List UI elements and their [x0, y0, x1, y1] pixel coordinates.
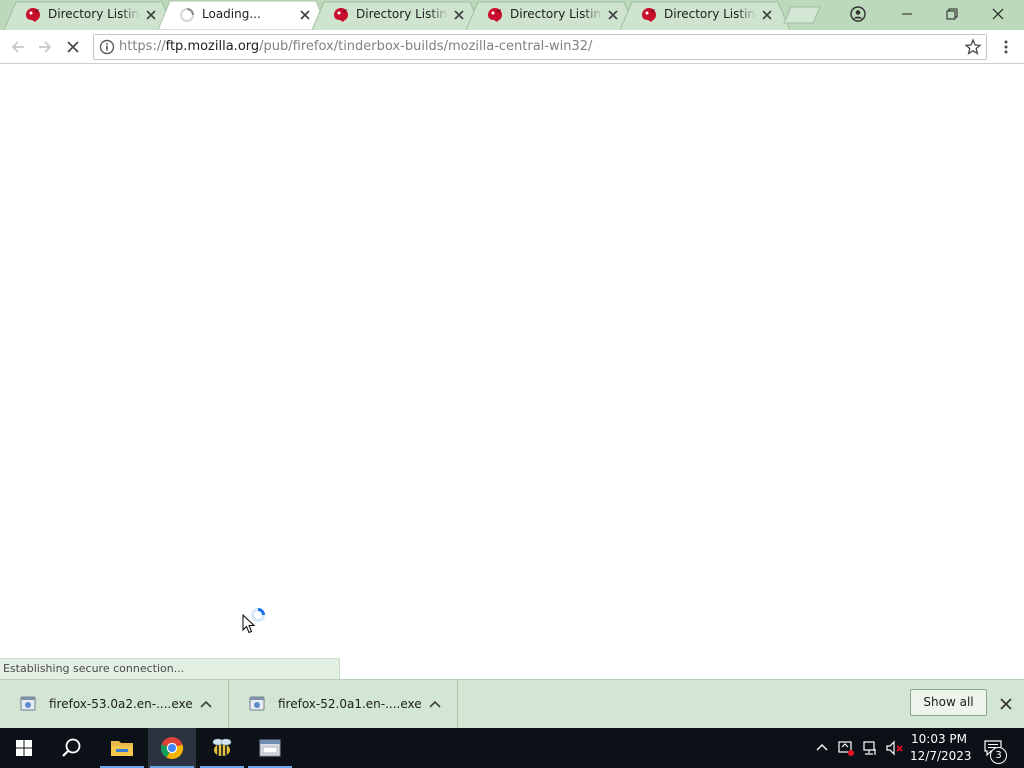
minimize-button[interactable] — [885, 0, 929, 28]
ftp-favicon-icon — [26, 8, 40, 22]
window-close-button[interactable] — [976, 0, 1020, 28]
screen: Directory Listing: /pub/firefox/tinderbo… — [0, 0, 1024, 768]
network-icon — [863, 741, 876, 755]
url-path: /pub/firefox/tinderbox-builds/mozilla-ce… — [259, 39, 593, 54]
tab-title: Loading... — [202, 7, 261, 21]
tab-close-icon[interactable] — [144, 8, 158, 22]
tab-title: Directory Listing: /pub/firefox/ — [356, 7, 448, 21]
application-window-icon — [259, 739, 281, 757]
bee-app-icon — [212, 738, 232, 756]
url-host: ftp.mozilla.org — [165, 39, 260, 54]
chevron-up-icon[interactable] — [198, 696, 214, 712]
security-alert-icon — [838, 741, 854, 756]
browser-title-bar: Directory Listing: /pub/firefox/tinderbo… — [0, 0, 1024, 30]
status-bubble: Establishing secure connection... — [0, 658, 340, 679]
clock-date: 12/7/2023 — [910, 749, 972, 763]
profile-button[interactable] — [836, 0, 880, 28]
windows-logo-icon — [16, 740, 32, 756]
loading-spinner-icon — [180, 8, 194, 22]
notification-count-badge: 3 — [990, 747, 1007, 764]
ftp-favicon-icon — [488, 8, 502, 22]
tab-title: Directory Listing: /pub/firefox/tinderbo… — [664, 7, 756, 21]
back-button[interactable] — [6, 35, 30, 59]
menu-button[interactable] — [994, 35, 1018, 59]
chrome-icon — [160, 737, 184, 760]
system-clock[interactable]: 10:03 PM 12/7/2023 — [910, 731, 972, 765]
download-item[interactable]: firefox-52.0a1.en-....exe — [229, 680, 458, 729]
installer-file-icon — [249, 696, 265, 711]
tab-close-icon[interactable] — [452, 8, 466, 22]
volume-muted-icon — [886, 740, 903, 756]
ftp-favicon-icon — [642, 8, 656, 22]
busy-cursor-icon — [242, 608, 265, 634]
ftp-favicon-icon — [334, 8, 348, 22]
taskbar-app-bee[interactable] — [198, 728, 246, 768]
show-all-downloads-button[interactable]: Show all — [910, 689, 987, 716]
stop-button[interactable] — [61, 35, 85, 59]
downloads-shelf: firefox-53.0a2.en-....exe firefox-52.0a1… — [0, 679, 1024, 729]
clock-time: 10:03 PM — [911, 732, 967, 746]
info-icon[interactable] — [98, 38, 116, 56]
tab-close-icon[interactable] — [298, 8, 312, 22]
tab-title: Directory Listing: /pub/ — [510, 7, 602, 21]
more-vertical-icon — [1004, 40, 1008, 54]
chevron-up-icon — [816, 744, 828, 751]
close-icon — [992, 8, 1004, 20]
back-arrow-icon — [11, 41, 24, 53]
restore-icon — [946, 8, 958, 20]
new-tab-button[interactable] — [783, 6, 821, 24]
download-filename: firefox-53.0a2.en-....exe — [49, 697, 193, 711]
tab-directory-listing-3[interactable]: Directory Listing: /pub/ — [466, 0, 636, 30]
chevron-up-icon[interactable] — [427, 696, 443, 712]
restore-button[interactable] — [930, 0, 974, 28]
taskbar-app-window[interactable] — [246, 728, 294, 768]
profile-icon — [850, 6, 866, 22]
tray-security-icon-button[interactable] — [836, 728, 856, 768]
installer-file-icon — [20, 696, 36, 711]
tab-close-icon[interactable] — [606, 8, 620, 22]
start-button[interactable] — [0, 728, 48, 768]
search-icon — [62, 738, 81, 757]
tray-network-button[interactable] — [860, 728, 880, 768]
windows-taskbar: 10:03 PM 12/7/2023 3 — [0, 728, 1024, 768]
tab-title: Directory Listing: /pub/firefox/tinderbo… — [48, 7, 140, 21]
url-scheme: https:// — [119, 39, 166, 54]
taskbar-chrome[interactable] — [148, 728, 196, 768]
taskbar-file-explorer[interactable] — [98, 728, 146, 768]
show-hidden-icons-button[interactable] — [812, 728, 832, 768]
tab-loading-active[interactable]: Loading... — [158, 0, 328, 30]
close-shelf-icon[interactable] — [998, 696, 1014, 712]
search-button[interactable] — [48, 728, 96, 768]
forward-button[interactable] — [33, 35, 57, 59]
bookmark-star-icon[interactable] — [964, 38, 982, 56]
tab-directory-listing-2[interactable]: Directory Listing: /pub/firefox/ — [312, 0, 482, 30]
tab-close-icon[interactable] — [760, 8, 774, 22]
stop-icon — [67, 41, 79, 53]
tab-directory-listing-1[interactable]: Directory Listing: /pub/firefox/tinderbo… — [4, 0, 174, 30]
browser-toolbar: https://ftp.mozilla.org/pub/firefox/tind… — [0, 30, 1024, 64]
page-content-area — [0, 65, 1024, 679]
download-filename: firefox-52.0a1.en-....exe — [278, 697, 422, 711]
tray-volume-button[interactable] — [884, 728, 906, 768]
download-item[interactable]: firefox-53.0a2.en-....exe — [0, 680, 229, 729]
minimize-icon — [902, 13, 912, 15]
address-bar[interactable]: https://ftp.mozilla.org/pub/firefox/tind… — [93, 34, 987, 60]
tab-directory-listing-4[interactable]: Directory Listing: /pub/firefox/tinderbo… — [620, 0, 790, 30]
forward-arrow-icon — [39, 41, 52, 53]
folder-icon — [111, 741, 133, 756]
url-text: https://ftp.mozilla.org/pub/firefox/tind… — [119, 39, 592, 55]
